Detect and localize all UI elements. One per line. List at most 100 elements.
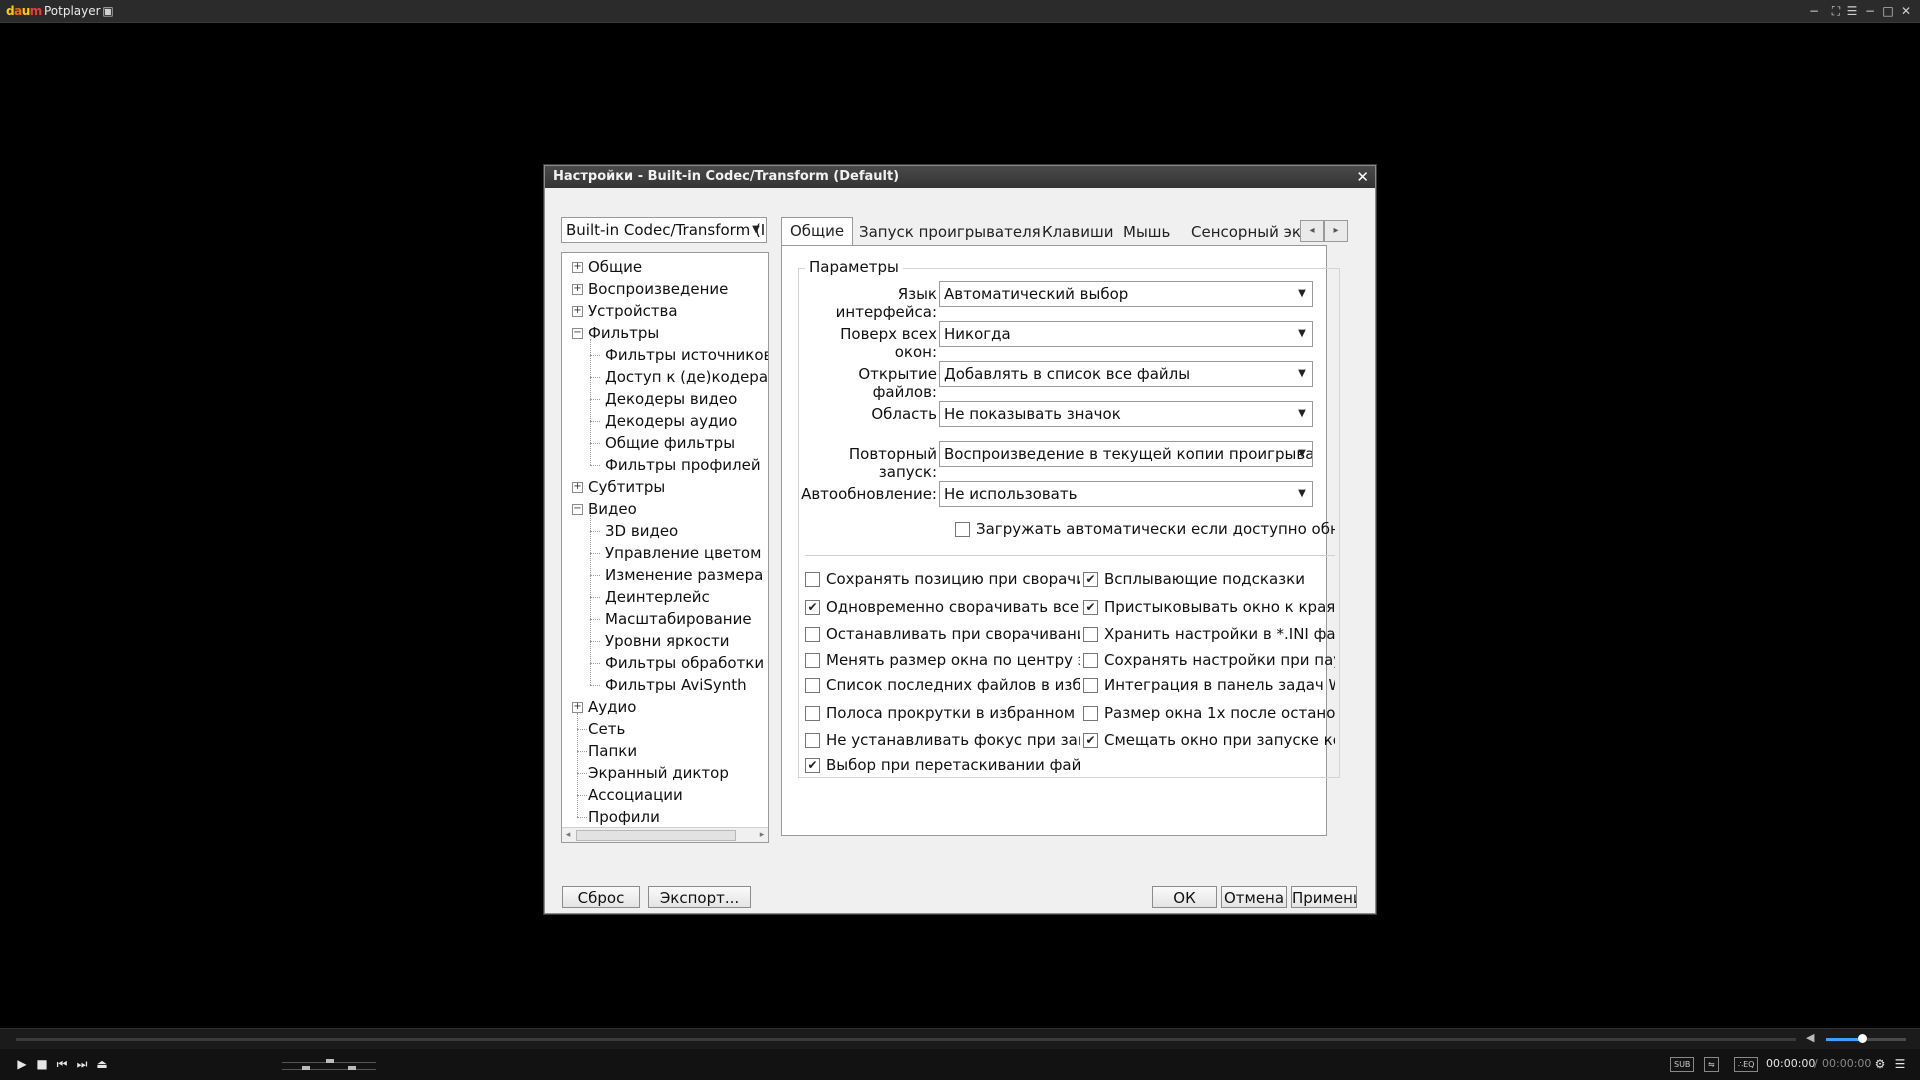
tab-mouse[interactable]: Мышь	[1115, 219, 1178, 245]
seek-slider[interactable]	[16, 1038, 1796, 1041]
tree-item[interactable]: Экранный диктор	[588, 762, 729, 784]
ok-button[interactable]: ОК	[1152, 886, 1217, 908]
tree-item[interactable]: Папки	[588, 740, 637, 762]
speaker-icon[interactable]: ◀	[1806, 1031, 1814, 1044]
tree-item[interactable]: Сеть	[588, 718, 625, 740]
option-checkbox[interactable]: Не устанавливать фокус при запуске	[805, 730, 1080, 750]
option-checkbox[interactable]: Сохранять позицию при сворачива	[805, 569, 1080, 589]
expand-icon[interactable]: +	[572, 306, 583, 317]
checkbox-box[interactable]	[805, 678, 820, 693]
menu-icon[interactable]: ☰	[1892, 1056, 1908, 1072]
scrollbar-thumb[interactable]	[576, 830, 736, 841]
close-icon[interactable]: ✕	[1898, 3, 1914, 19]
checkbox-box[interactable]	[1083, 706, 1098, 721]
checkbox-box[interactable]	[1083, 653, 1098, 668]
option-checkbox[interactable]: Размер окна 1x после остановки	[1083, 703, 1335, 723]
vr-icon[interactable]: ⇋	[1704, 1057, 1719, 1072]
scroll-right-icon[interactable]: ▸	[756, 828, 768, 842]
dialog-close-icon[interactable]: ✕	[1356, 166, 1369, 188]
checkbox-box[interactable]: ✔	[1083, 733, 1098, 748]
checkbox-box[interactable]	[805, 572, 820, 587]
tab-scroll-right-icon[interactable]: ▸	[1324, 220, 1348, 242]
option-checkbox[interactable]: ✔ Выбор при перетаскивании файлов	[805, 755, 1080, 775]
export-button[interactable]: Экспорт...	[648, 886, 751, 908]
next-icon[interactable]: ⏭	[74, 1056, 90, 1072]
tree-item[interactable]: Субтитры	[588, 476, 665, 498]
ontop-select[interactable]: Никогда ▼	[939, 321, 1313, 347]
profile-combo[interactable]: Built-in Codec/Transform (I ▼	[561, 217, 767, 243]
tree-item[interactable]: Изменение размера	[605, 564, 763, 586]
tree-item[interactable]: Деинтерлейс	[605, 586, 710, 608]
fullscreen-icon[interactable]: ⛶	[1828, 3, 1844, 19]
eject-icon[interactable]: ⏏	[94, 1056, 110, 1072]
tree-item[interactable]: Устройства	[588, 300, 678, 322]
checkbox-box[interactable]: ✔	[805, 600, 820, 615]
tree-item[interactable]: Профили	[588, 806, 660, 828]
skin-menu-icon[interactable]: ☰	[1844, 3, 1860, 19]
reset-button[interactable]: Сброс	[562, 886, 640, 908]
checkbox-box[interactable]	[805, 706, 820, 721]
checkbox-box[interactable]: ✔	[805, 758, 820, 773]
option-checkbox[interactable]: ✔ Всплывающие подсказки	[1083, 569, 1335, 589]
checkbox-box[interactable]	[955, 522, 970, 537]
option-checkbox[interactable]: Хранить настройки в *.INI файле	[1083, 624, 1335, 644]
checkbox-box[interactable]	[1083, 678, 1098, 693]
option-checkbox[interactable]: ✔ Смещать окно при запуске копи	[1083, 730, 1335, 750]
apply-button[interactable]: Применит	[1291, 886, 1357, 908]
tree-item[interactable]: 3D видео	[605, 520, 678, 542]
tree-item[interactable]: Фильтры	[588, 322, 659, 344]
checkbox-box[interactable]: ✔	[1083, 572, 1098, 587]
option-checkbox[interactable]: Сохранять настройки при паузе	[1083, 650, 1335, 670]
tree-item[interactable]: Общие	[588, 256, 642, 278]
collapse-icon[interactable]: −	[572, 504, 583, 515]
tree-item[interactable]: Фильтры источников	[605, 344, 768, 366]
expand-icon[interactable]: +	[572, 702, 583, 713]
autoupdate-select[interactable]: Не использовать ▼	[939, 481, 1313, 507]
expand-icon[interactable]: +	[572, 284, 583, 295]
expand-icon[interactable]: +	[572, 262, 583, 273]
option-checkbox[interactable]: Полоса прокрутки в избранном	[805, 703, 1080, 723]
collapse-icon[interactable]: −	[572, 328, 583, 339]
minimize-icon[interactable]: −	[1862, 3, 1878, 19]
option-checkbox[interactable]: Останавливать при сворачивании	[805, 624, 1080, 644]
relaunch-select[interactable]: Воспроизведение в текущей копии проигрыв…	[939, 441, 1313, 467]
equalizer-control[interactable]	[282, 1058, 376, 1072]
tree-horizontal-scrollbar[interactable]: ◂ ▸	[562, 827, 768, 842]
volume-knob[interactable]	[1858, 1034, 1867, 1043]
tree-item[interactable]: Фильтры обработки ви	[605, 652, 768, 674]
checkbox-box[interactable]	[805, 733, 820, 748]
tree-item[interactable]: Доступ к (де)кодерам	[605, 366, 768, 388]
tree-item[interactable]: Масштабирование	[605, 608, 752, 630]
option-checkbox[interactable]: Список последних файлов в избран	[805, 675, 1080, 695]
tree-item[interactable]: Аудио	[588, 696, 636, 718]
option-checkbox[interactable]: Менять размер окна по центру экра	[805, 650, 1080, 670]
tree-item[interactable]: Общие фильтры	[605, 432, 735, 454]
autoupdate-download-checkbox[interactable]: Загружать автоматически если доступно об…	[955, 519, 1335, 539]
eq-knob[interactable]	[326, 1059, 334, 1063]
stop-icon[interactable]: ■	[34, 1056, 50, 1072]
tab-touchscreen[interactable]: Сенсорный экран	[1183, 219, 1304, 245]
checkbox-box[interactable]	[805, 627, 820, 642]
tree-item[interactable]: Фильтры профилей	[605, 454, 761, 476]
option-checkbox[interactable]: ✔ Пристыковывать окно к краям	[1083, 597, 1335, 617]
tab-keys[interactable]: Клавиши	[1034, 219, 1122, 245]
tree-item[interactable]: Управление цветом	[605, 542, 761, 564]
pin-icon[interactable]: ▣	[100, 3, 116, 19]
audio-eq-button[interactable]: ∴EQ	[1734, 1057, 1759, 1072]
cancel-button[interactable]: Отмена	[1221, 886, 1287, 908]
area-select[interactable]: Не показывать значок ▼	[939, 401, 1313, 427]
tab-scroll-left-icon[interactable]: ◂	[1300, 220, 1324, 242]
settings-tree[interactable]: ◂ ▸ + Общие + Воспроизведение + Устройства − Фи…	[561, 252, 769, 843]
scroll-left-icon[interactable]: ◂	[562, 828, 574, 842]
option-checkbox[interactable]: Интеграция в панель задач Win	[1083, 675, 1335, 695]
tree-item[interactable]: Декодеры видео	[605, 388, 737, 410]
checkbox-box[interactable]	[1083, 627, 1098, 642]
eq-knob[interactable]	[302, 1066, 310, 1070]
checkbox-box[interactable]	[805, 653, 820, 668]
open-files-select[interactable]: Добавлять в список все файлы ▼	[939, 361, 1313, 387]
tree-item[interactable]: Ассоциации	[588, 784, 683, 806]
tab-player-startup[interactable]: Запуск проигрывателя	[851, 219, 1049, 245]
checkbox-box[interactable]: ✔	[1083, 600, 1098, 615]
tree-item[interactable]: Видео	[588, 498, 637, 520]
tree-item[interactable]: Фильтры AviSynth	[605, 674, 747, 696]
